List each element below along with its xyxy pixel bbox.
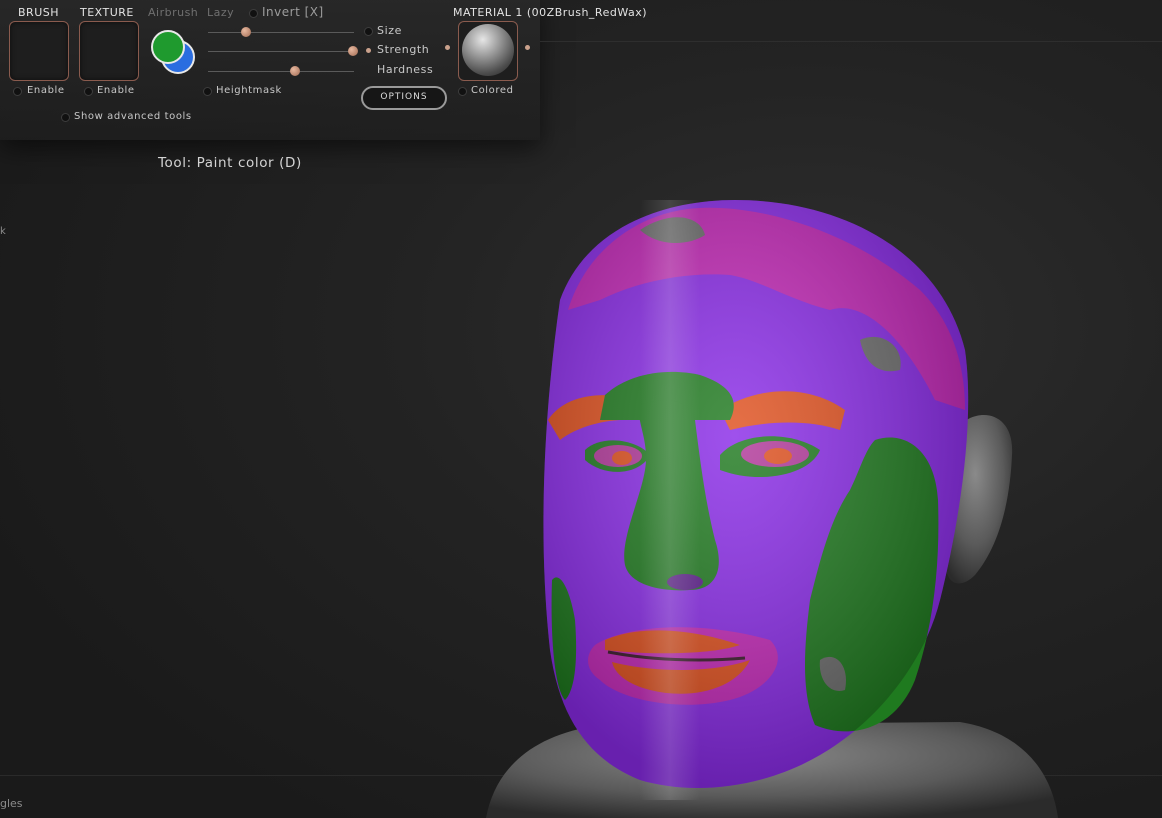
view-highlight-strip xyxy=(640,200,700,800)
viewport-3d[interactable] xyxy=(0,0,1162,818)
